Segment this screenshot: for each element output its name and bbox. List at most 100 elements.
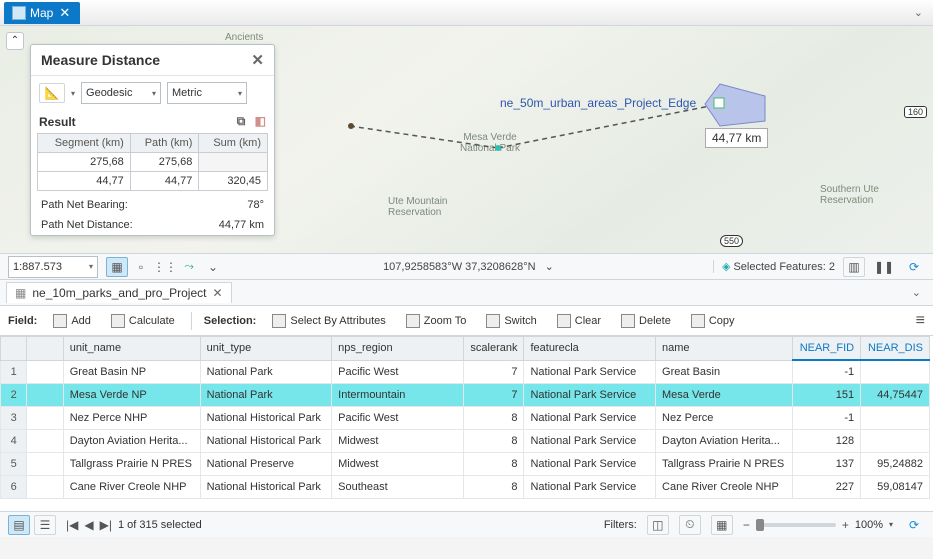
scale-input[interactable]: 1:887.573▾ (8, 256, 98, 278)
show-all-records-button[interactable]: ▤ (8, 515, 30, 535)
cell-featurecla: National Park Service (524, 407, 656, 430)
map-label-mesa-verde: Mesa Verde National Park (460, 132, 520, 154)
catalog-button[interactable]: ▥ (843, 257, 865, 277)
close-icon[interactable]: ✕ (212, 286, 222, 300)
clear-button[interactable]: Clear (553, 312, 605, 330)
cell-scalerank: 8 (463, 407, 524, 430)
map-status-bar: 1:887.573▾ ▦ ▫ ⋮⋮ ⤳ ⌄ 107,9258583°W 37,3… (0, 254, 933, 280)
table-footer: ▤ ☰ |◀ ◀ ▶| 1 of 315 selected Filters: ◫… (0, 511, 933, 537)
filter-time-button[interactable]: ⏲ (679, 515, 701, 535)
col-featurecla[interactable]: featurecla (524, 337, 656, 361)
col-name[interactable]: name (656, 337, 793, 361)
cell-nps-region: Intermountain (332, 384, 464, 407)
snap-options-button[interactable]: ⌄ (202, 257, 224, 277)
col-nps-region[interactable]: nps_region (332, 337, 464, 361)
refresh-button[interactable]: ⟳ (903, 257, 925, 277)
method-dropdown[interactable]: Geodesic▾ (81, 82, 161, 104)
measure-mode-button[interactable]: 📐 (39, 83, 65, 103)
zoom-out-button[interactable]: − (743, 518, 750, 532)
row-selector[interactable] (27, 453, 63, 476)
next-record-button[interactable]: ▶| (100, 518, 112, 532)
first-record-button[interactable]: |◀ (66, 518, 78, 532)
unit-dropdown[interactable]: Metric▾ (167, 82, 247, 104)
col-unit-name[interactable]: unit_name (63, 337, 200, 361)
table-row[interactable]: 4Dayton Aviation Herita...National Histo… (1, 430, 930, 453)
net-distance-value: 44,77 km (219, 219, 264, 231)
add-field-button[interactable]: Add (49, 312, 95, 330)
col-rownum[interactable] (1, 337, 27, 361)
filter-expr-button[interactable]: ▦ (711, 515, 733, 535)
row-selector[interactable] (27, 360, 63, 384)
field-label: Field: (8, 315, 37, 327)
table-row[interactable]: 5Tallgrass Prairie N PRESNational Preser… (1, 453, 930, 476)
prev-record-button[interactable]: ◀ (84, 518, 93, 532)
col-select[interactable] (27, 337, 63, 361)
bearing-value: 78° (247, 199, 264, 211)
erase-icon[interactable]: ◧ (255, 114, 266, 128)
selection-label: Selection: (204, 315, 257, 327)
cell-unit-name: Dayton Aviation Herita... (63, 430, 200, 453)
selected-features-count: 2 (829, 261, 835, 273)
filter-extent-button[interactable]: ◫ (647, 515, 669, 535)
switch-button[interactable]: Switch (482, 312, 540, 330)
cell-near-fid: 227 (792, 476, 860, 499)
map-canvas[interactable]: ⌃ Ancients Mesa Verde National Park Ute … (0, 26, 933, 254)
row-selector[interactable] (27, 430, 63, 453)
collapse-table-icon[interactable]: ⌄ (906, 286, 927, 299)
row-number[interactable]: 3 (1, 407, 27, 430)
refresh-button[interactable]: ⟳ (903, 515, 925, 535)
chevron-down-icon[interactable]: ▾ (889, 520, 893, 529)
cell-scalerank: 7 (463, 360, 524, 384)
col-segment[interactable]: Segment (km) (38, 134, 131, 153)
cell-unit-type: National Historical Park (200, 476, 332, 499)
delete-button[interactable]: Delete (617, 312, 675, 330)
show-selected-records-button[interactable]: ☰ (34, 515, 56, 535)
row-number[interactable]: 2 (1, 384, 27, 407)
pause-button[interactable]: ❚❚ (873, 257, 895, 277)
row-selector[interactable] (27, 384, 63, 407)
row-number[interactable]: 5 (1, 453, 27, 476)
table-row[interactable]: 1Great Basin NPNational ParkPacific West… (1, 360, 930, 384)
close-icon[interactable]: ✕ (251, 51, 264, 69)
col-near-dis[interactable]: NEAR_DIS (861, 337, 930, 361)
select-by-attributes-button[interactable]: Select By Attributes (268, 312, 389, 330)
menu-icon[interactable]: ≡ (916, 312, 925, 330)
row-number[interactable]: 4 (1, 430, 27, 453)
col-sum[interactable]: Sum (km) (199, 134, 268, 153)
col-unit-type[interactable]: unit_type (200, 337, 332, 361)
panel-toggle-button[interactable]: ⌃ (6, 32, 24, 50)
col-path[interactable]: Path (km) (130, 134, 199, 153)
row-selector[interactable] (27, 476, 63, 499)
close-icon[interactable]: ✕ (57, 5, 72, 21)
zoom-in-button[interactable]: + (842, 518, 849, 532)
attribute-grid-wrap[interactable]: unit_name unit_type nps_region scalerank… (0, 336, 933, 511)
snap-grid-button[interactable]: ▦ (106, 257, 128, 277)
snap-end-button[interactable]: ⤳ (178, 257, 200, 277)
collapse-view-icon[interactable]: ⌄ (908, 6, 929, 19)
row-number[interactable]: 1 (1, 360, 27, 384)
calculate-button[interactable]: Calculate (107, 312, 179, 330)
attribute-table-tab[interactable]: ▦ ne_10m_parks_and_pro_Project ✕ (6, 282, 232, 303)
coord-options-icon[interactable]: ⌄ (545, 261, 554, 273)
cell-unit-type: National Park (200, 384, 332, 407)
zoom-slider[interactable] (756, 523, 836, 527)
cell-featurecla: National Park Service (524, 384, 656, 407)
map-tab[interactable]: Map ✕ (4, 2, 80, 24)
cell-near-dis (861, 430, 930, 453)
cell-nps-region: Pacific West (332, 407, 464, 430)
row-selector[interactable] (27, 407, 63, 430)
chevron-down-icon[interactable]: ▾ (71, 89, 75, 98)
table-row[interactable]: 2Mesa Verde NPNational ParkIntermountain… (1, 384, 930, 407)
zoom-to-button[interactable]: Zoom To (402, 312, 471, 330)
snap-vertex-button[interactable]: ▫ (130, 257, 152, 277)
table-row[interactable]: 3Nez Perce NHPNational Historical ParkPa… (1, 407, 930, 430)
copy-icon[interactable]: ⧉ (237, 114, 246, 128)
col-near-fid[interactable]: NEAR_FID (792, 337, 860, 361)
cell-nps-region: Southeast (332, 476, 464, 499)
table-row[interactable]: 6Cane River Creole NHPNational Historica… (1, 476, 930, 499)
col-scalerank[interactable]: scalerank (463, 337, 524, 361)
copy-icon (691, 314, 705, 328)
copy-button[interactable]: Copy (687, 312, 739, 330)
row-number[interactable]: 6 (1, 476, 27, 499)
snap-edge-button[interactable]: ⋮⋮ (154, 257, 176, 277)
